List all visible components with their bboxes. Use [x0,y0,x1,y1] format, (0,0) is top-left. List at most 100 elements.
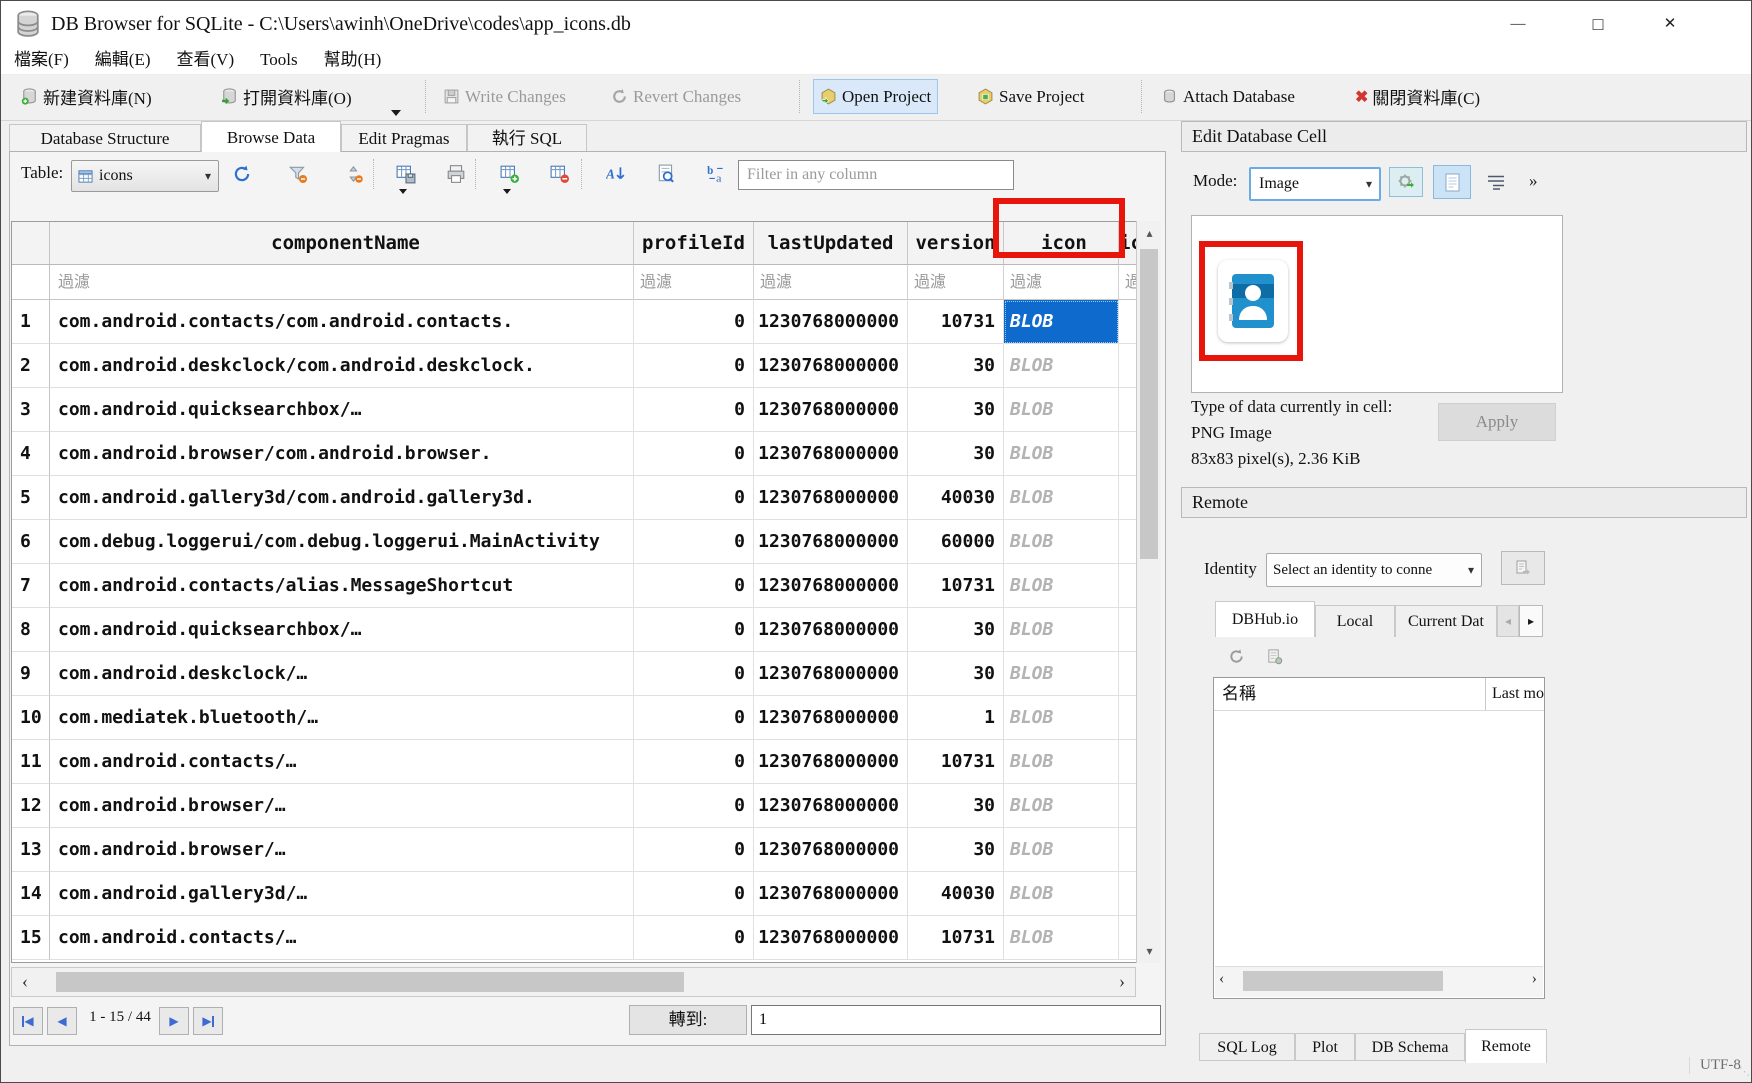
cell-lastUpdated[interactable]: 1230768000000 [754,432,908,476]
cell-componentName[interactable]: com.android.quicksearchbox/… [50,608,634,652]
cell-profileId[interactable]: 0 [634,696,754,740]
cell-profileId[interactable]: 0 [634,344,754,388]
maximize-button[interactable]: □ [1567,1,1629,47]
cell-version[interactable]: 1 [908,696,1004,740]
cell-profileId[interactable]: 0 [634,872,754,916]
identity-select[interactable]: Select an identity to conne ▾ [1266,553,1482,587]
cell-icon[interactable]: BLOB [1004,828,1119,872]
tab-execute-sql[interactable]: 執行 SQL [467,124,587,151]
remote-tab-local[interactable]: Local [1315,605,1395,637]
refresh-button[interactable] [229,161,255,187]
delete-record-button[interactable] [547,161,573,187]
cell-lastUpdated[interactable]: 1230768000000 [754,608,908,652]
cell-icon[interactable]: BLOB [1004,784,1119,828]
close-button[interactable]: ✕ [1639,1,1701,47]
filter-input-profileId[interactable]: 過濾 [634,265,754,300]
remote-tab-dbhub[interactable]: DBHub.io [1215,601,1315,637]
clear-sort-button[interactable] [341,161,367,187]
open-database-button[interactable]: 打開資料庫(O) [215,80,358,113]
attach-database-button[interactable]: Attach Database [1155,80,1301,113]
cell-icon[interactable]: BLOB [1004,520,1119,564]
cell-version[interactable]: 10731 [908,300,1004,344]
new-database-button[interactable]: 新建資料庫(N) [15,80,158,113]
cell-version[interactable]: 30 [908,828,1004,872]
grid-vertical-scrollbar[interactable]: ▴ ▾ [1136,221,1161,963]
sort-asc-button[interactable]: A [603,161,629,187]
remote-tab-current-database[interactable]: Current Dat [1395,605,1497,637]
cell-version[interactable]: 60000 [908,520,1004,564]
cell-version[interactable]: 30 [908,784,1004,828]
menu-view[interactable]: 查看(V) [164,47,248,74]
remote-list-horizontal-scrollbar[interactable]: ‹ › [1215,966,1543,997]
cell-componentName[interactable]: com.android.contacts/alias.MessageShortc… [50,564,634,608]
cell-componentName[interactable]: com.android.contacts/… [50,740,634,784]
cell-icon[interactable]: BLOB [1004,476,1119,520]
scroll-left-icon[interactable]: ‹ [1219,970,1224,988]
remote-list-column-lastmodified[interactable]: Last mo [1485,678,1544,710]
dock-tab-remote[interactable]: Remote [1465,1029,1547,1063]
filter-input-ic[interactable]: 過濾 [1119,265,1137,300]
cell-lastUpdated[interactable]: 1230768000000 [754,300,908,344]
remote-list-column-name[interactable]: 名稱 [1214,678,1485,710]
cell-componentName[interactable]: com.android.browser/… [50,784,634,828]
toolbar-overflow-icon[interactable]: » [1529,171,1538,191]
column-header-version[interactable]: version [908,222,1004,265]
cell-profileId[interactable]: 0 [634,608,754,652]
cell-icon[interactable]: BLOB [1004,740,1119,784]
cell-profileId[interactable]: 0 [634,432,754,476]
cell-componentName[interactable]: com.android.browser/com.android.browser. [50,432,634,476]
tab-scroll-left-icon[interactable]: ◂ [1497,605,1519,637]
cell-icon[interactable]: BLOB [1004,388,1119,432]
first-record-button[interactable]: ◀ [13,1007,43,1035]
cell-version[interactable]: 10731 [908,564,1004,608]
goto-button[interactable]: 轉到: [629,1005,747,1035]
goto-record-input[interactable] [751,1005,1161,1035]
cell-componentName[interactable]: com.android.browser/… [50,828,634,872]
open-database-dropdown-icon[interactable] [391,110,401,116]
import-certificate-button[interactable] [1501,551,1545,585]
cell-profileId[interactable]: 0 [634,476,754,520]
cell-lastUpdated[interactable]: 1230768000000 [754,828,908,872]
cell-profileId[interactable]: 0 [634,520,754,564]
cell-componentName[interactable]: com.android.contacts/com.android.contact… [50,300,634,344]
cell-lastUpdated[interactable]: 1230768000000 [754,916,908,960]
vertical-scroll-thumb[interactable] [1140,249,1158,559]
save-project-button[interactable]: Save Project [971,80,1090,113]
word-wrap-button[interactable] [1479,167,1513,197]
open-project-button[interactable]: Open Project [813,79,938,114]
cell-profileId[interactable]: 0 [634,916,754,960]
cell-icon[interactable]: BLOB [1004,872,1119,916]
clear-filters-button[interactable] [285,161,311,187]
export-dropdown-icon[interactable] [399,189,407,194]
cell-icon[interactable]: BLOB [1004,916,1119,960]
minimize-button[interactable]: — [1487,1,1549,47]
dock-tab-sql-log[interactable]: SQL Log [1199,1033,1295,1061]
cell-componentName[interactable]: com.android.deskclock/… [50,652,634,696]
mode-select[interactable]: Image ▾ [1249,167,1381,201]
scroll-right-icon[interactable]: › [1532,970,1537,988]
cell-version[interactable]: 30 [908,432,1004,476]
cell-version[interactable]: 30 [908,608,1004,652]
column-header-profileId[interactable]: profileId [634,222,754,265]
filter-input-lastUpdated[interactable]: 過濾 [754,265,908,300]
cell-icon[interactable]: BLOB [1004,652,1119,696]
scroll-up-icon[interactable]: ▴ [1137,221,1162,245]
cell-icon[interactable]: BLOB [1004,696,1119,740]
menu-file[interactable]: 檔案(F) [1,47,82,74]
remote-clone-database-button[interactable] [1261,643,1287,669]
cell-componentName[interactable]: com.android.deskclock/com.android.deskcl… [50,344,634,388]
scroll-right-icon[interactable]: › [1109,968,1135,996]
menu-edit[interactable]: 編輯(E) [82,47,164,74]
cell-lastUpdated[interactable]: 1230768000000 [754,740,908,784]
filter-input-componentName[interactable]: 過濾 [50,265,634,300]
cell-profileId[interactable]: 0 [634,388,754,432]
cell-componentName[interactable]: com.debug.loggerui/com.debug.loggerui.Ma… [50,520,634,564]
text-mode-button[interactable] [1433,165,1471,199]
encoding-status[interactable]: UTF-8 [1689,1057,1741,1074]
replace-button[interactable]: ba [703,161,729,187]
close-database-button[interactable]: ✖ 關閉資料庫(C) [1349,80,1486,113]
previous-record-button[interactable]: ◀ [47,1007,77,1035]
cell-componentName[interactable]: com.mediatek.bluetooth/… [50,696,634,740]
cell-version[interactable]: 30 [908,344,1004,388]
horizontal-scroll-thumb[interactable] [1243,971,1443,991]
